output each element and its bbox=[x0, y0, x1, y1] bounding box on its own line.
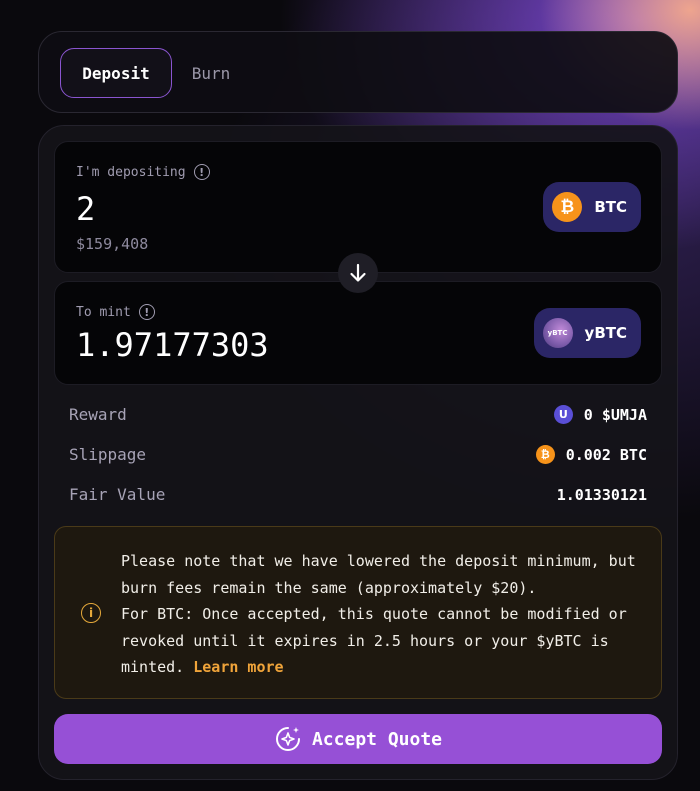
reward-label: Reward bbox=[69, 405, 127, 424]
btc-icon: ₿ bbox=[552, 192, 583, 222]
deposit-amount-input[interactable]: 2 bbox=[76, 190, 95, 228]
accept-quote-label: Accept Quote bbox=[311, 728, 443, 750]
notice-text: Please note that we have lowered the dep… bbox=[121, 548, 641, 681]
tab-deposit[interactable]: Deposit bbox=[60, 48, 172, 98]
accept-quote-button[interactable]: Accept Quote bbox=[54, 714, 662, 764]
swap-direction-button[interactable] bbox=[338, 253, 378, 293]
reward-value-group: U 0 $UMJA bbox=[553, 405, 647, 424]
info-icon[interactable]: ! bbox=[138, 304, 155, 320]
btc-icon: ₿ bbox=[535, 445, 555, 464]
mint-token-label: yBTC bbox=[584, 324, 627, 342]
fair-value-value: 1.01330121 bbox=[556, 485, 647, 504]
mint-token-selector[interactable]: yBTC yBTC bbox=[533, 308, 641, 358]
fair-value-row: Fair Value 1.01330121 bbox=[69, 485, 647, 504]
arrow-down-icon bbox=[350, 263, 366, 282]
mint-amount: 1.97177303 bbox=[76, 326, 269, 364]
info-icon[interactable]: ! bbox=[193, 164, 210, 180]
ybtc-icon: yBTC bbox=[542, 318, 573, 348]
notice-line-1: Please note that we have lowered the dep… bbox=[121, 552, 636, 597]
fair-value-label: Fair Value bbox=[69, 485, 166, 504]
umja-token-icon: U bbox=[553, 405, 573, 424]
learn-more-link[interactable]: Learn more bbox=[193, 658, 283, 676]
deposit-label: I'm depositing bbox=[76, 164, 186, 180]
slippage-value-group: ₿ 0.002 BTC bbox=[535, 445, 647, 464]
info-icon: i bbox=[81, 603, 101, 623]
slippage-label: Slippage bbox=[69, 445, 147, 464]
mint-label: To mint bbox=[76, 304, 131, 320]
reward-value: 0 $UMJA bbox=[583, 405, 647, 424]
mint-label-row: To mint ! bbox=[76, 304, 155, 320]
deposit-label-row: I'm depositing ! bbox=[76, 164, 210, 180]
mode-tabs: Deposit Burn bbox=[38, 31, 678, 113]
slippage-row: Slippage ₿ 0.002 BTC bbox=[69, 445, 647, 464]
deposit-token-label: BTC bbox=[594, 198, 627, 216]
deposit-token-selector[interactable]: ₿ BTC bbox=[543, 182, 641, 232]
deposit-usd-value: $159,408 bbox=[76, 235, 149, 253]
reward-row: Reward U 0 $UMJA bbox=[69, 405, 647, 424]
mint-output-box: To mint ! 1.97177303 yBTC yBTC bbox=[54, 281, 662, 385]
slippage-value: 0.002 BTC bbox=[565, 445, 647, 464]
deposit-notice: i Please note that we have lowered the d… bbox=[54, 526, 662, 699]
sparkle-icon bbox=[276, 727, 300, 751]
tab-burn[interactable]: Burn bbox=[181, 48, 241, 98]
